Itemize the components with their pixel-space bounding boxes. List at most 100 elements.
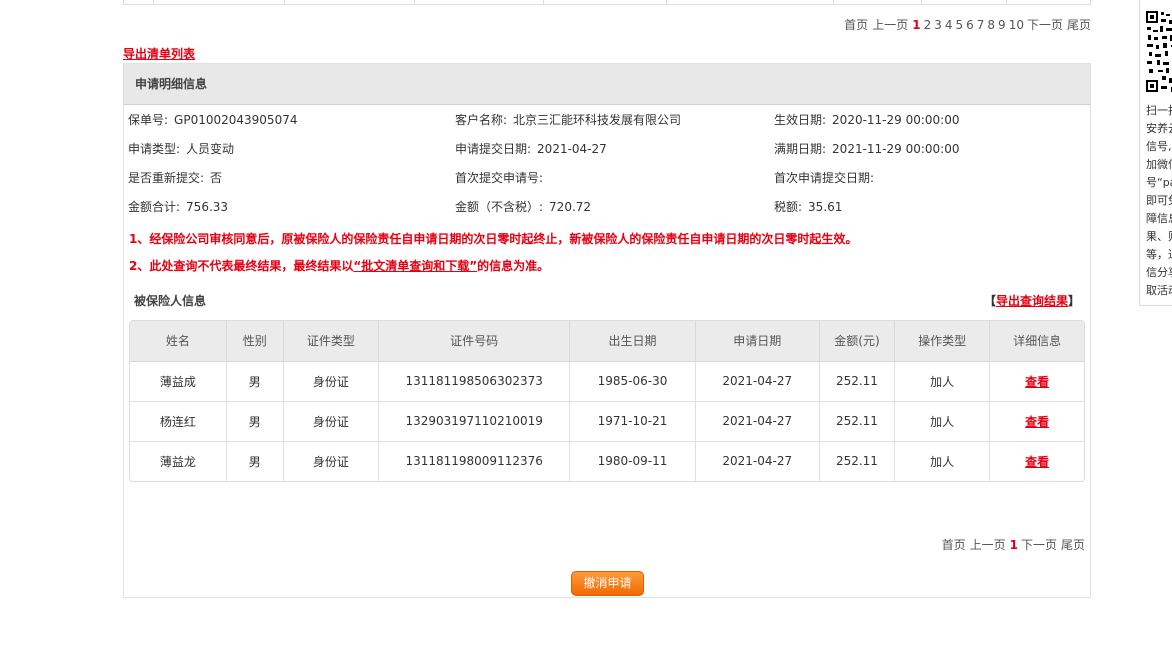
pager-page-1[interactable]: 1 (1010, 538, 1018, 552)
export-results-link[interactable]: 导出查询结果 (996, 294, 1068, 308)
table-header-row: 姓名 性别 证件类型 证件号码 出生日期 申请日期 金额(元) 操作类型 详细信… (130, 321, 1084, 362)
cell-birth-date: 1985-06-30 (569, 361, 696, 402)
pager-page-3[interactable]: 3 (934, 18, 942, 32)
column-header-apply-date: 申请日期 (695, 321, 820, 362)
tax-label: 税额: (774, 200, 803, 214)
batch-list-query-link[interactable]: “批文清单查询和下载” (353, 259, 477, 273)
qr-code-icon[interactable] (1145, 10, 1172, 96)
total-amount-value: 756.33 (186, 200, 229, 214)
pager-first[interactable]: 首页 (844, 18, 868, 32)
notice-2-prefix: 2、此处查询不代表最终结果，最终结果以 (129, 259, 354, 273)
effective-date-value: 2020-11-29 00:00:00 (832, 113, 960, 127)
first-submit-date-label: 首次申请提交日期: (774, 171, 875, 185)
effective-date-label: 生效日期: (774, 113, 827, 127)
customer-name-label: 客户名称: (455, 113, 508, 127)
qr-text-line: 号“pa (1146, 176, 1172, 189)
amount-excl-tax-value: 720.72 (549, 200, 592, 214)
cell-birth-date: 1971-10-21 (569, 401, 696, 442)
table-row: 薄益龙 男 身份证 131181198009112376 1980-09-11 … (130, 441, 1084, 481)
application-type-label: 申请类型: (128, 142, 181, 156)
resubmit-label: 是否重新提交: (128, 171, 205, 185)
pager-page-7[interactable]: 7 (977, 18, 985, 32)
cell-gender: 男 (226, 361, 284, 402)
cell-id-type: 身份证 (283, 361, 379, 402)
notice-2: 2、此处查询不代表最终结果，最终结果以“批文清单查询和下载”的信息为准。 (129, 257, 549, 274)
pager-last[interactable]: 尾页 (1067, 18, 1091, 32)
pager-page-4[interactable]: 4 (945, 18, 953, 32)
submit-date-value: 2021-04-27 (537, 142, 607, 156)
qr-text-line: 扫一扫 (1146, 104, 1172, 117)
policy-number-label: 保单号: (128, 113, 169, 127)
table-row: 杨连红 男 身份证 132903197110210019 1971-10-21 … (130, 401, 1084, 442)
pager-prev[interactable]: 上一页 (970, 538, 1006, 552)
pagination-bottom: 首页 上一页 1 下一页 尾页 (942, 536, 1085, 553)
export-list-link[interactable]: 导出清单列表 (123, 45, 195, 62)
view-details-link[interactable]: 查看 (1025, 455, 1049, 469)
cell-id-type: 身份证 (283, 401, 379, 442)
cell-id-number: 131181198506302373 (378, 361, 571, 402)
cell-amount: 252.11 (819, 401, 896, 442)
qr-text-line: 等，通 (1146, 248, 1172, 261)
column-header-id-number: 证件号码 (378, 321, 571, 362)
cell-name: 薄益成 (130, 361, 227, 402)
view-details-link[interactable]: 查看 (1025, 375, 1049, 389)
info-row: 是否重新提交: 否 首次提交申请号: 首次申请提交日期: (128, 164, 1088, 193)
pager-page-5[interactable]: 5 (955, 18, 963, 32)
view-details-link[interactable]: 查看 (1025, 415, 1049, 429)
panel-header: 申请明细信息 (124, 64, 1090, 105)
qr-side-panel: 扫一扫 安养云 信号, 加微信 号“pa 即可免 障信息 果、则 等，通 信分享… (1139, 0, 1172, 306)
cell-apply-date: 2021-04-27 (695, 361, 820, 402)
resubmit-value: 否 (210, 171, 223, 185)
qr-text-line: 取活动 (1146, 284, 1172, 297)
cell-birth-date: 1980-09-11 (569, 441, 696, 481)
first-application-no-label: 首次提交申请号: (455, 171, 544, 185)
info-row: 申请类型: 人员变动 申请提交日期: 2021-04-27 满期日期: 2021-11… (128, 135, 1088, 164)
qr-text-line: 障信息 (1146, 212, 1172, 225)
pager-next[interactable]: 下一页 (1027, 18, 1063, 32)
qr-text-line: 信分享 (1146, 266, 1172, 279)
pager-page-8[interactable]: 8 (987, 18, 995, 32)
cell-name: 杨连红 (130, 401, 227, 442)
cell-id-type: 身份证 (283, 441, 379, 481)
info-row: 金额合计: 756.33 金额（不含税）: 720.72 税额: 35.61 (128, 193, 1088, 222)
expiry-date-label: 满期日期: (774, 142, 827, 156)
cell-name: 薄益龙 (130, 441, 227, 481)
qr-text-line: 即可免 (1146, 194, 1172, 207)
cell-details: 查看 (989, 401, 1084, 442)
total-amount-label: 金额合计: (128, 200, 181, 214)
pager-page-1[interactable]: 1 (912, 18, 920, 32)
cell-amount: 252.11 (819, 361, 896, 402)
notice-2-suffix: 的信息为准。 (477, 259, 550, 273)
cancel-application-button[interactable]: 撤消申请 (571, 571, 644, 596)
tax-value: 35.61 (808, 200, 843, 214)
pager-first[interactable]: 首页 (942, 538, 966, 552)
application-detail-panel: 申请明细信息 保单号: GP01002043905074 客户名称: 北京三汇能环科… (123, 63, 1091, 598)
cell-id-number: 131181198009112376 (378, 441, 571, 481)
cell-amount: 252.11 (819, 441, 896, 481)
column-header-amount: 金额(元) (819, 321, 896, 362)
cell-details: 查看 (989, 361, 1084, 402)
amount-excl-tax-label: 金额（不含税）: (455, 200, 544, 214)
pager-prev[interactable]: 上一页 (872, 18, 908, 32)
cell-operation-type: 加人 (894, 441, 991, 481)
bracket-open: 【 (983, 294, 996, 308)
column-header-name: 姓名 (130, 321, 227, 362)
column-header-operation-type: 操作类型 (894, 321, 991, 362)
pager-page-9[interactable]: 9 (998, 18, 1006, 32)
pager-next[interactable]: 下一页 (1021, 538, 1057, 552)
pagination-top: 首页 上一页 1 2 3 4 5 6 7 8 9 10 下一页 尾页 (844, 16, 1091, 33)
pager-page-10[interactable]: 10 (1009, 18, 1024, 32)
policy-number-value: GP01002043905074 (174, 113, 298, 127)
qr-description: 扫一扫 安养云 信号, 加微信 号“pa 即可免 障信息 果、则 等，通 信分享… (1146, 102, 1172, 300)
pager-last[interactable]: 尾页 (1061, 538, 1085, 552)
cell-apply-date: 2021-04-27 (695, 441, 820, 481)
notice-1: 1、经保险公司审核同意后，原被保险人的保险责任自申请日期的次日零时起终止，新被保… (129, 232, 858, 246)
pager-page-2[interactable]: 2 (924, 18, 932, 32)
pager-page-6[interactable]: 6 (966, 18, 974, 32)
table-row: 薄益成 男 身份证 131181198506302373 1985-06-30 … (130, 361, 1084, 402)
column-header-birth-date: 出生日期 (569, 321, 696, 362)
info-row: 保单号: GP01002043905074 客户名称: 北京三汇能环科技发展有限公司… (128, 106, 1088, 135)
column-header-details: 详细信息 (989, 321, 1084, 362)
cell-gender: 男 (226, 401, 284, 442)
insured-section-title: 被保险人信息 (134, 294, 207, 308)
